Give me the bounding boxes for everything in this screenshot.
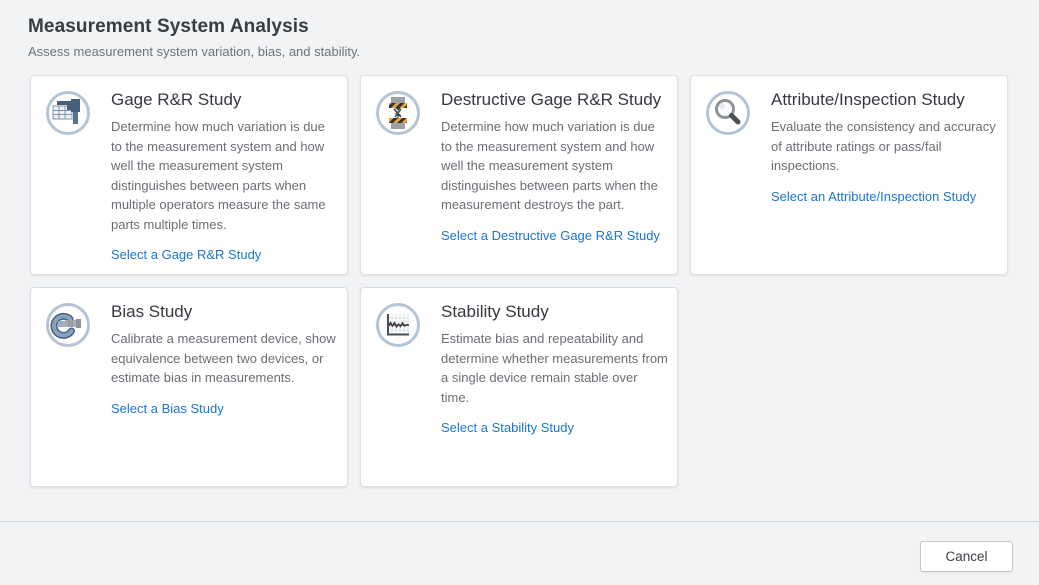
card-description: Estimate bias and repeatability and dete…: [441, 329, 669, 407]
card-title: Attribute/Inspection Study: [771, 90, 999, 110]
card-title: Destructive Gage R&R Study: [441, 90, 669, 110]
card-destructive-gage-rr-study: Destructive Gage R&R Study Determine how…: [360, 75, 678, 275]
card-bias-study: Bias Study Calibrate a measurement devic…: [30, 287, 348, 487]
select-bias-study-link[interactable]: Select a Bias Study: [111, 401, 224, 416]
run-chart-icon: [375, 302, 421, 348]
cancel-button[interactable]: Cancel: [920, 541, 1013, 572]
study-card-grid: Gage R&R Study Determine how much variat…: [30, 75, 1008, 487]
card-title: Bias Study: [111, 302, 339, 322]
card-description: Determine how much variation is due to t…: [111, 117, 339, 234]
card-title: Gage R&R Study: [111, 90, 339, 110]
card-description: Evaluate the consistency and accuracy of…: [771, 117, 999, 176]
caliper-icon: [45, 90, 91, 136]
select-attribute-inspection-study-link[interactable]: Select an Attribute/Inspection Study: [771, 189, 976, 204]
destructive-press-icon: [375, 90, 421, 136]
micrometer-icon: [45, 302, 91, 348]
page-title: Measurement System Analysis: [28, 16, 1011, 38]
select-stability-study-link[interactable]: Select a Stability Study: [441, 420, 574, 435]
select-gage-rr-study-link[interactable]: Select a Gage R&R Study: [111, 247, 261, 262]
select-destructive-gage-rr-study-link[interactable]: Select a Destructive Gage R&R Study: [441, 228, 660, 243]
card-description: Calibrate a measurement device, show equ…: [111, 329, 339, 388]
card-stability-study: Stability Study Estimate bias and repeat…: [360, 287, 678, 487]
card-title: Stability Study: [441, 302, 669, 322]
card-gage-rr-study: Gage R&R Study Determine how much variat…: [30, 75, 348, 275]
card-attribute-inspection-study: Attribute/Inspection Study Evaluate the …: [690, 75, 1008, 275]
card-description: Determine how much variation is due to t…: [441, 117, 669, 215]
dialog-footer: Cancel: [0, 521, 1039, 585]
page-header: Measurement System Analysis Assess measu…: [0, 0, 1039, 59]
magnifier-icon: [705, 90, 751, 136]
page-subtitle: Assess measurement system variation, bia…: [28, 44, 1011, 59]
